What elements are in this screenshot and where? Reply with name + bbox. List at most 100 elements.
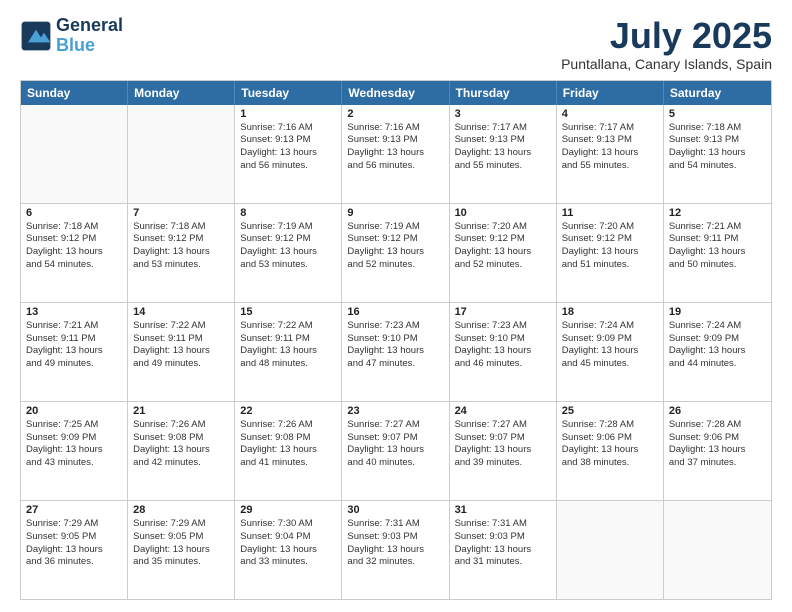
day-info: Sunrise: 7:24 AMSunset: 9:09 PMDaylight:… xyxy=(669,320,766,371)
day-number: 27 xyxy=(26,504,122,516)
logo-icon xyxy=(20,20,52,52)
calendar: SundayMondayTuesdayWednesdayThursdayFrid… xyxy=(20,80,772,600)
day-cell: 26 Sunrise: 7:28 AMSunset: 9:06 PMDayligh… xyxy=(664,402,771,500)
day-cell: 24Sunrise: 7:27 AMSunset: 9:07 PMDayligh… xyxy=(450,402,557,500)
day-headers: SundayMondayTuesdayWednesdayThursdayFrid… xyxy=(21,81,771,105)
day-number: 12 xyxy=(669,207,766,219)
main-title: July 2025 xyxy=(561,16,772,56)
day-info: Sunrise: 7:16 AMSunset: 9:13 PMDaylight:… xyxy=(240,122,336,173)
day-number: 16 xyxy=(347,306,443,318)
day-header: Sunday xyxy=(21,81,128,105)
day-info: Sunrise: 7:26 AMSunset: 9:08 PMDaylight:… xyxy=(240,419,336,470)
day-cell: 10 Sunrise: 7:20 AMSunset: 9:12 PMDayligh… xyxy=(450,204,557,302)
day-info: Sunrise: 7:18 AMSunset: 9:12 PMDaylight:… xyxy=(133,221,229,272)
day-info: Sunrise: 7:23 AMSunset: 9:10 PMDaylight:… xyxy=(347,320,443,371)
day-number: 28 xyxy=(133,504,229,516)
day-info: Sunrise: 7:19 AMSunset: 9:12 PMDaylight:… xyxy=(347,221,443,272)
day-number: 6 xyxy=(26,207,122,219)
day-cell: 21Sunrise: 7:26 AMSunset: 9:08 PMDayligh… xyxy=(128,402,235,500)
day-number: 4 xyxy=(562,108,658,120)
logo: General Blue xyxy=(20,16,123,56)
day-cell: 2Sunrise: 7:16 AMSunset: 9:13 PMDaylight… xyxy=(342,105,449,203)
title-section: July 2025 Puntallana, Canary Islands, Sp… xyxy=(561,16,772,72)
day-cell xyxy=(21,105,128,203)
day-header: Wednesday xyxy=(342,81,449,105)
subtitle: Puntallana, Canary Islands, Spain xyxy=(561,56,772,72)
day-info: Sunrise: 7:31 AMSunset: 9:03 PMDaylight:… xyxy=(347,518,443,569)
day-info: Sunrise: 7:17 AMSunset: 9:13 PMDaylight:… xyxy=(562,122,658,173)
day-cell: 19Sunrise: 7:24 AMSunset: 9:09 PMDayligh… xyxy=(664,303,771,401)
day-cell: 9 Sunrise: 7:19 AMSunset: 9:12 PMDaylight… xyxy=(342,204,449,302)
day-info: Sunrise: 7:16 AMSunset: 9:13 PMDaylight:… xyxy=(347,122,443,173)
day-info: Sunrise: 7:20 AMSunset: 9:12 PMDaylight:… xyxy=(455,221,551,272)
day-info: Sunrise: 7:23 AMSunset: 9:10 PMDaylight:… xyxy=(455,320,551,371)
day-cell: 8 Sunrise: 7:19 AMSunset: 9:12 PMDaylight… xyxy=(235,204,342,302)
day-cell: 30Sunrise: 7:31 AMSunset: 9:03 PMDayligh… xyxy=(342,501,449,599)
day-cell: 17 Sunrise: 7:23 AMSunset: 9:10 PMDayligh… xyxy=(450,303,557,401)
day-number: 8 xyxy=(240,207,336,219)
day-cell: 31Sunrise: 7:31 AMSunset: 9:03 PMDayligh… xyxy=(450,501,557,599)
day-info: Sunrise: 7:24 AMSunset: 9:09 PMDaylight:… xyxy=(562,320,658,371)
day-info: Sunrise: 7:21 AMSunset: 9:11 PMDaylight:… xyxy=(26,320,122,371)
day-cell: 18 Sunrise: 7:24 AMSunset: 9:09 PMDayligh… xyxy=(557,303,664,401)
day-cell: 5Sunrise: 7:18 AMSunset: 9:13 PMDaylight… xyxy=(664,105,771,203)
day-cell: 25Sunrise: 7:28 AMSunset: 9:06 PMDayligh… xyxy=(557,402,664,500)
day-number: 1 xyxy=(240,108,336,120)
day-header: Thursday xyxy=(450,81,557,105)
day-cell: 22 Sunrise: 7:26 AMSunset: 9:08 PMDayligh… xyxy=(235,402,342,500)
day-info: Sunrise: 7:28 AMSunset: 9:06 PMDaylight:… xyxy=(669,419,766,470)
day-cell: 14Sunrise: 7:22 AMSunset: 9:11 PMDayligh… xyxy=(128,303,235,401)
day-number: 23 xyxy=(347,405,443,417)
day-info: Sunrise: 7:25 AMSunset: 9:09 PMDaylight:… xyxy=(26,419,122,470)
week-row: 13 Sunrise: 7:21 AMSunset: 9:11 PMDayligh… xyxy=(21,303,771,402)
day-number: 3 xyxy=(455,108,551,120)
day-cell: 3Sunrise: 7:17 AMSunset: 9:13 PMDaylight… xyxy=(450,105,557,203)
day-cell: 23 Sunrise: 7:27 AMSunset: 9:07 PMDayligh… xyxy=(342,402,449,500)
day-number: 29 xyxy=(240,504,336,516)
day-cell: 7 Sunrise: 7:18 AMSunset: 9:12 PMDaylight… xyxy=(128,204,235,302)
day-cell: 11 Sunrise: 7:20 AMSunset: 9:12 PMDayligh… xyxy=(557,204,664,302)
day-cell: 16 Sunrise: 7:23 AMSunset: 9:10 PMDayligh… xyxy=(342,303,449,401)
day-header: Tuesday xyxy=(235,81,342,105)
day-header: Saturday xyxy=(664,81,771,105)
day-number: 10 xyxy=(455,207,551,219)
day-info: Sunrise: 7:29 AMSunset: 9:05 PMDaylight:… xyxy=(26,518,122,569)
day-cell: 1 Sunrise: 7:16 AMSunset: 9:13 PMDaylight… xyxy=(235,105,342,203)
day-number: 17 xyxy=(455,306,551,318)
day-header: Friday xyxy=(557,81,664,105)
day-info: Sunrise: 7:30 AMSunset: 9:04 PMDaylight:… xyxy=(240,518,336,569)
day-number: 22 xyxy=(240,405,336,417)
week-row: 1 Sunrise: 7:16 AMSunset: 9:13 PMDaylight… xyxy=(21,105,771,204)
day-info: Sunrise: 7:29 AMSunset: 9:05 PMDaylight:… xyxy=(133,518,229,569)
day-number: 15 xyxy=(240,306,336,318)
day-info: Sunrise: 7:20 AMSunset: 9:12 PMDaylight:… xyxy=(562,221,658,272)
day-number: 26 xyxy=(669,405,766,417)
day-number: 13 xyxy=(26,306,122,318)
day-number: 9 xyxy=(347,207,443,219)
day-cell: 15 Sunrise: 7:22 AMSunset: 9:11 PMDayligh… xyxy=(235,303,342,401)
day-cell: 29 Sunrise: 7:30 AMSunset: 9:04 PMDayligh… xyxy=(235,501,342,599)
day-number: 18 xyxy=(562,306,658,318)
header: General Blue July 2025 Puntallana, Canar… xyxy=(20,16,772,72)
page: General Blue July 2025 Puntallana, Canar… xyxy=(0,0,792,612)
week-row: 27 Sunrise: 7:29 AMSunset: 9:05 PMDayligh… xyxy=(21,501,771,599)
day-number: 7 xyxy=(133,207,229,219)
week-row: 6 Sunrise: 7:18 AMSunset: 9:12 PMDaylight… xyxy=(21,204,771,303)
day-cell: 6Sunrise: 7:18 AMSunset: 9:12 PMDaylight… xyxy=(21,204,128,302)
day-info: Sunrise: 7:27 AMSunset: 9:07 PMDaylight:… xyxy=(455,419,551,470)
day-cell xyxy=(557,501,664,599)
day-cell: 20 Sunrise: 7:25 AMSunset: 9:09 PMDayligh… xyxy=(21,402,128,500)
day-info: Sunrise: 7:28 AMSunset: 9:06 PMDaylight:… xyxy=(562,419,658,470)
calendar-body: 1 Sunrise: 7:16 AMSunset: 9:13 PMDaylight… xyxy=(21,105,771,599)
day-cell: 4 Sunrise: 7:17 AMSunset: 9:13 PMDaylight… xyxy=(557,105,664,203)
day-number: 11 xyxy=(562,207,658,219)
day-info: Sunrise: 7:27 AMSunset: 9:07 PMDaylight:… xyxy=(347,419,443,470)
day-cell: 12 Sunrise: 7:21 AMSunset: 9:11 PMDayligh… xyxy=(664,204,771,302)
day-info: Sunrise: 7:19 AMSunset: 9:12 PMDaylight:… xyxy=(240,221,336,272)
day-number: 20 xyxy=(26,405,122,417)
day-info: Sunrise: 7:26 AMSunset: 9:08 PMDaylight:… xyxy=(133,419,229,470)
day-info: Sunrise: 7:22 AMSunset: 9:11 PMDaylight:… xyxy=(240,320,336,371)
day-cell xyxy=(664,501,771,599)
day-info: Sunrise: 7:18 AMSunset: 9:13 PMDaylight:… xyxy=(669,122,766,173)
day-info: Sunrise: 7:21 AMSunset: 9:11 PMDaylight:… xyxy=(669,221,766,272)
